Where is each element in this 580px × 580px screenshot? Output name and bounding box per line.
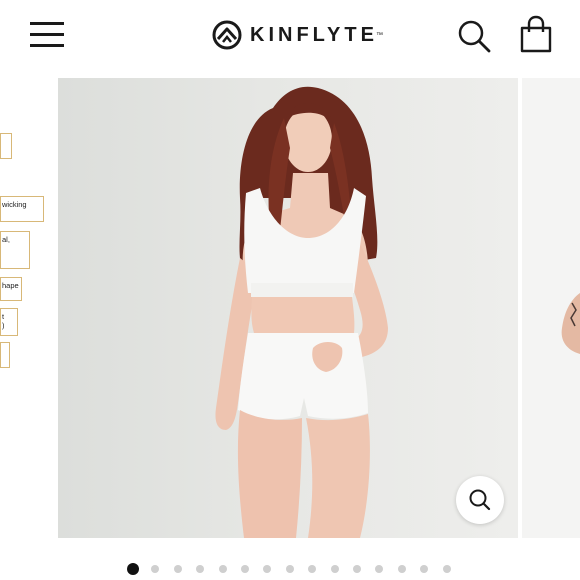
brand-name: KINFLYTE	[250, 23, 378, 46]
pagination-dot[interactable]	[218, 565, 227, 573]
pagination-dot[interactable]	[151, 565, 160, 573]
feature-callout	[0, 342, 10, 368]
pagination-dot[interactable]	[375, 565, 384, 573]
site-header: KINFLYTE ™	[0, 0, 580, 72]
feature-callout: wicking	[0, 196, 44, 222]
trademark-symbol: ™	[375, 31, 383, 39]
feature-callout: hape	[0, 277, 22, 301]
feature-callout	[0, 133, 12, 159]
zoom-button[interactable]	[456, 476, 504, 524]
cart-button[interactable]	[518, 15, 554, 53]
hamburger-menu-icon	[30, 22, 64, 25]
search-icon	[458, 20, 491, 53]
pagination-dot[interactable]	[420, 565, 429, 573]
feature-callout: al,	[0, 231, 30, 269]
menu-line	[30, 33, 64, 36]
next-slide-photo	[561, 293, 580, 354]
pagination-dot[interactable]	[241, 565, 249, 573]
pagination-dot[interactable]	[285, 565, 294, 573]
search-button[interactable]	[456, 18, 492, 54]
pagination-dot[interactable]	[442, 565, 451, 573]
pagination-dot[interactable]	[173, 565, 182, 573]
pagination-dot[interactable]	[397, 565, 406, 573]
previous-slide[interactable]: wicking al, hape t )	[0, 78, 58, 538]
hamburger-menu-button[interactable]	[28, 20, 68, 50]
shopping-bag-icon	[520, 15, 552, 53]
pagination-dot[interactable]	[330, 565, 339, 573]
zoom-magnifier-icon	[469, 489, 491, 511]
brand-logo[interactable]: KINFLYTE ™	[212, 18, 383, 52]
pagination-dot[interactable]	[263, 565, 272, 573]
pagination-dot[interactable]	[196, 565, 205, 573]
pagination-dot[interactable]	[353, 565, 361, 573]
pagination-dot[interactable]	[127, 563, 139, 575]
mountain-logo-icon	[212, 20, 242, 50]
pagination-dot[interactable]	[308, 565, 317, 573]
next-slide[interactable]	[522, 78, 580, 538]
menu-line	[30, 44, 64, 47]
product-photo-main[interactable]	[58, 78, 518, 538]
carousel-pagination	[0, 562, 580, 576]
feature-callout: t )	[0, 308, 18, 336]
product-image-carousel[interactable]: wicking al, hape t )	[0, 78, 580, 540]
model-photo	[215, 86, 388, 538]
